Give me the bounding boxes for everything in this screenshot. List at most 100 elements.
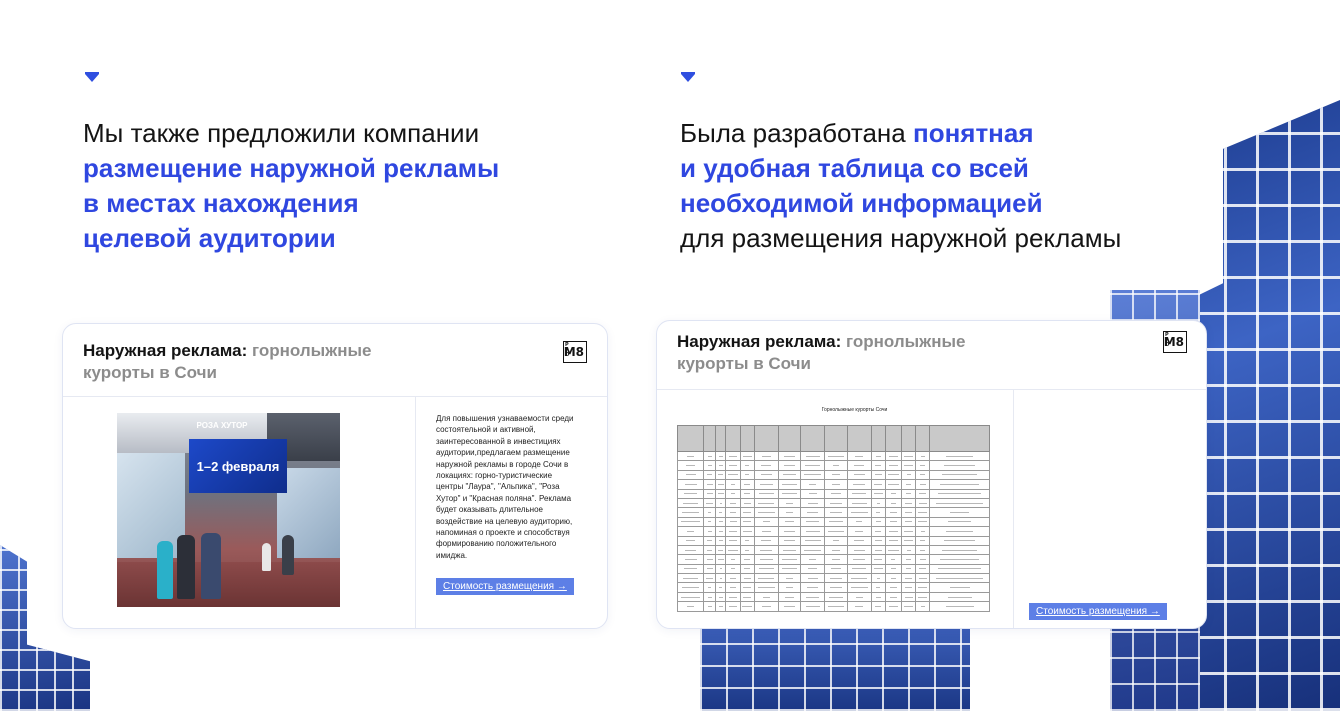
table-cell [800,582,826,593]
table-cell [824,507,848,518]
table-cell [800,601,826,612]
table-cell [901,479,917,490]
table-cell [703,488,717,499]
table-cell [777,469,802,481]
table-cell [824,450,848,462]
table-header-cell [753,425,779,452]
table-cell [870,469,886,481]
table-cell [901,497,917,509]
table-cell [715,497,727,509]
table-cell [915,601,931,612]
table-cell [846,516,872,528]
table-cell [824,544,848,556]
table-cell [777,601,802,612]
table-cell [725,450,741,462]
table-cell [703,582,717,593]
table-cell [824,573,848,584]
table-cell [901,488,917,499]
table-cell [884,526,903,537]
table-cell [929,526,990,537]
table-cell [846,563,872,575]
placement-price-button[interactable]: Стоимость размещения → [1029,603,1167,620]
table-cell [800,563,826,575]
table-cell [777,526,802,537]
table-cell [884,460,903,471]
table-cell [753,516,779,528]
table-cell [777,554,802,565]
table-header-cell [929,425,990,452]
table-cell [715,591,727,603]
table-cell [753,544,779,556]
table-cell [870,460,886,471]
table-cell [725,582,741,593]
table-cell [677,573,705,584]
table-cell [715,479,727,490]
table-cell [715,507,727,518]
building-image-center [700,620,970,711]
table-cell [901,582,917,593]
table-cell [824,582,848,593]
table-cell [824,479,848,490]
table-cell [703,591,717,603]
table-cell [703,573,717,584]
table-cell [677,479,705,490]
right-heading-accent-line: и удобная таблица со всей [680,153,1029,183]
right-heading-accent-line: необходимой информацией [680,188,1043,218]
table-cell [677,563,705,575]
table-row [677,450,990,462]
table-cell [739,497,755,509]
table-cell [739,526,755,537]
table-row [677,488,990,499]
card-description: Для повышения узнаваемости среди состоят… [436,414,574,560]
table-cell [753,479,779,490]
left-heading: Мы также предложили компании размещение … [83,116,603,256]
table-cell [777,479,802,490]
table-cell [777,488,802,499]
table-cell [677,582,705,593]
table-cell [915,582,931,593]
table-cell [715,554,727,565]
table-cell [703,563,717,575]
table-cell [715,526,727,537]
table-cell [901,469,917,481]
table-row [677,544,990,556]
table-row [677,469,990,481]
table-cell [846,582,872,593]
table-cell [800,535,826,546]
table-cell [715,460,727,471]
table-cell [901,554,917,565]
placement-table [677,425,990,612]
table-cell [777,544,802,556]
table-cell [901,544,917,556]
table-cell [915,554,931,565]
table-cell [777,507,802,518]
table-cell [915,591,931,603]
table-row [677,497,990,509]
table-cell [884,554,903,565]
table-cell [800,507,826,518]
table-cell [800,554,826,565]
table-cell [901,563,917,575]
placement-price-button[interactable]: Стоимость размещения → [436,578,574,595]
table-cell [703,507,717,518]
table-cell [725,497,741,509]
table-row [677,554,990,565]
table-header-cell [777,425,802,452]
table-cell [824,526,848,537]
placement-table-preview: Горнолыжные курорты Сочи [677,407,992,619]
table-cell [929,582,990,593]
table-cell [753,526,779,537]
table-cell [739,479,755,490]
table-cell [824,469,848,481]
table-cell [703,554,717,565]
card-title: Наружная реклама: горнолыжные курорты в … [677,332,966,373]
table-cell [915,563,931,575]
table-cell [824,460,848,471]
table-cell [715,488,727,499]
table-header-cell [884,425,903,452]
table-cell [715,469,727,481]
table-cell [846,488,872,499]
table-cell [777,582,802,593]
table-cell [725,469,741,481]
table-cell [753,460,779,471]
